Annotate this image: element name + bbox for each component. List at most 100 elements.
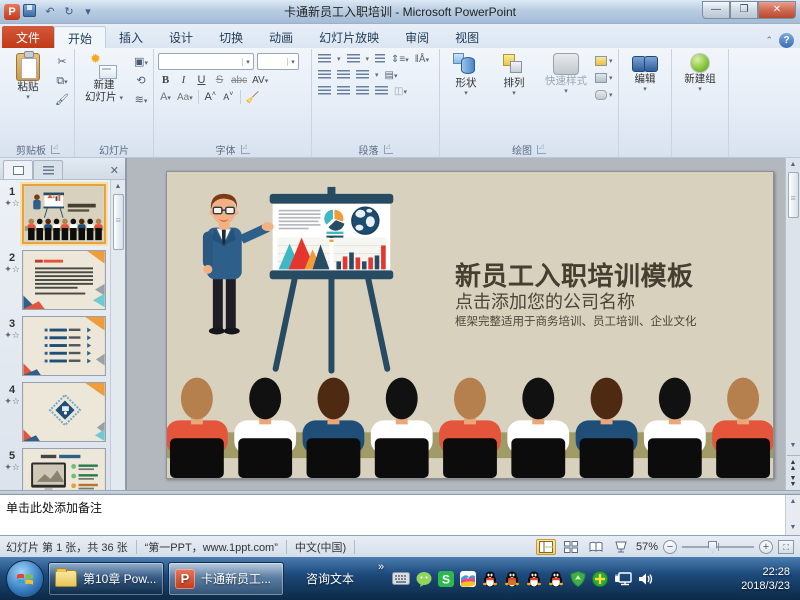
font-size-combo[interactable]: ▾ <box>257 53 299 70</box>
qq-icon[interactable] <box>482 571 498 587</box>
current-slide[interactable]: 新员工入职培训模板 点击添加您的公司名称 框架完整适用于商务培训、员工培训、企业… <box>166 171 774 479</box>
bold-button[interactable]: B <box>159 74 172 86</box>
minimize-button[interactable]: — <box>702 1 730 19</box>
character-spacing-button[interactable]: AV▾ <box>252 75 268 86</box>
redo-button[interactable]: ↻ <box>61 4 77 20</box>
slide-layout-button[interactable]: ▣▾ <box>132 54 150 70</box>
scroll-down-icon[interactable]: ▼ <box>787 521 800 535</box>
panel-close-icon[interactable]: ✕ <box>107 164 122 179</box>
numbering-icon[interactable] <box>347 54 360 64</box>
outline-tab[interactable] <box>33 160 63 179</box>
notes-scrollbar[interactable]: ▲ ▼ <box>785 495 800 535</box>
section-button[interactable]: ≋▾ <box>132 92 150 108</box>
align-center-icon[interactable] <box>337 86 350 96</box>
qq-icon[interactable] <box>548 571 564 587</box>
normal-view-button[interactable] <box>536 539 556 555</box>
paragraph-dialog-launcher[interactable] <box>384 145 393 154</box>
taskbar-button-explorer[interactable]: 第10章 Pow... <box>48 562 164 596</box>
close-button[interactable]: ✕ <box>758 1 796 19</box>
slide-subtitle[interactable]: 点击添加您的公司名称 <box>455 288 635 314</box>
tab-insert[interactable]: 插入 <box>106 26 156 48</box>
previous-slide-button[interactable]: ▲▲ <box>790 458 797 474</box>
decrease-indent-icon[interactable] <box>375 54 385 64</box>
text-shadow-button[interactable]: S <box>213 74 226 86</box>
shape-effects-button[interactable]: ▾ <box>595 88 615 102</box>
scroll-up-icon[interactable]: ▲ <box>112 180 125 194</box>
shrink-font-button[interactable]: A˅ <box>222 91 235 103</box>
editor-scrollbar[interactable]: ▲ ▼ ▲▲ ▼▼ <box>785 158 800 490</box>
bullets-icon[interactable] <box>318 54 331 64</box>
sogou-icon[interactable]: S <box>438 571 454 587</box>
zoom-percentage[interactable]: 57% <box>636 541 658 553</box>
arrange-button[interactable]: 排列 ▾ <box>491 51 537 97</box>
qq-icon[interactable] <box>504 571 520 587</box>
zoom-in-button[interactable]: + <box>759 540 773 554</box>
reading-view-button[interactable] <box>586 539 606 555</box>
font-name-combo[interactable]: ▾ <box>158 53 254 70</box>
tab-slideshow[interactable]: 幻灯片放映 <box>306 26 392 48</box>
slide-thumbnail-2[interactable]: 2✦☆ <box>2 250 109 310</box>
text-direction-button[interactable]: ‖Å▾ <box>415 54 429 65</box>
tab-file[interactable]: 文件 <box>2 26 54 48</box>
taskbar-button-powerpoint[interactable]: P 卡通新员工... <box>168 562 284 596</box>
scrollbar-thumb[interactable] <box>113 194 124 250</box>
strikethrough-button[interactable]: abc <box>231 75 247 86</box>
qq-icon[interactable] <box>526 571 542 587</box>
editing-button[interactable]: 编辑 ▾ <box>622 51 668 93</box>
tab-view[interactable]: 视图 <box>442 26 492 48</box>
line-spacing-button[interactable]: ⇕≡▾ <box>391 54 409 65</box>
slide-thumbnail-5[interactable]: 5✦☆ <box>2 448 109 490</box>
slide-thumbnail-1[interactable]: 1✦☆ <box>2 184 109 244</box>
smartart-convert-button[interactable]: ◫▾ <box>394 86 407 97</box>
format-painter-button[interactable]: 🖌 <box>53 92 71 108</box>
reset-slide-button[interactable]: ⟲ <box>132 73 150 89</box>
restore-button[interactable]: ❐ <box>730 1 758 19</box>
safety-ball-icon[interactable] <box>592 571 608 587</box>
taskbar-button-consult[interactable]: 咨询文本 <box>288 562 372 596</box>
tab-design[interactable]: 设计 <box>156 26 206 48</box>
italic-button[interactable]: I <box>177 74 190 86</box>
next-slide-button[interactable]: ▼▼ <box>790 474 797 490</box>
grow-font-button[interactable]: A˄ <box>204 91 217 103</box>
slide-thumbnail-3[interactable]: 3✦☆ <box>2 316 109 376</box>
indent-left-icon[interactable] <box>318 70 331 80</box>
cut-button[interactable]: ✂ <box>53 54 71 70</box>
zoom-slider-thumb[interactable] <box>708 541 717 553</box>
tab-home[interactable]: 开始 <box>54 26 106 48</box>
notes-placeholder[interactable]: 单击此处添加备注 <box>0 495 785 535</box>
clear-formatting-button[interactable]: 🧹 <box>246 91 260 104</box>
slide-thumbnail-4[interactable]: 4✦☆ <box>2 382 109 442</box>
slide-sorter-view-button[interactable] <box>561 539 581 555</box>
new-slide-button[interactable]: ✹ 新建 幻灯片 ▾ <box>78 51 130 105</box>
clipboard-dialog-launcher[interactable] <box>51 145 60 154</box>
start-button[interactable] <box>6 560 44 598</box>
align-left-icon[interactable] <box>318 86 331 96</box>
tab-transitions[interactable]: 切换 <box>206 26 256 48</box>
shapes-button[interactable]: 形状 ▾ <box>443 51 489 97</box>
help-button[interactable]: ? <box>779 33 794 48</box>
powerpoint-app-icon[interactable]: P <box>4 4 20 20</box>
zoom-slider[interactable] <box>682 546 754 548</box>
columns-icon[interactable] <box>356 70 369 80</box>
tray-overflow-chevron-icon[interactable]: » <box>376 561 386 573</box>
qat-customize-button[interactable]: ▾ <box>80 4 96 20</box>
paste-button[interactable]: 粘贴 ▾ <box>5 51 51 101</box>
zoom-out-button[interactable]: − <box>663 540 677 554</box>
slide-editor[interactable]: 新员工入职培训模板 点击添加您的公司名称 框架完整适用于商务培训、员工培训、企业… <box>127 158 800 490</box>
quick-styles-button[interactable]: 快速样式 ▾ <box>539 51 593 95</box>
drawing-dialog-launcher[interactable] <box>537 145 546 154</box>
indent-right-icon[interactable] <box>337 70 350 80</box>
undo-button[interactable]: ↶ <box>42 4 58 20</box>
tab-review[interactable]: 审阅 <box>392 26 442 48</box>
slides-thumbnails-tab[interactable] <box>3 160 33 179</box>
justify-icon[interactable] <box>375 86 388 96</box>
scroll-down-icon[interactable]: ▼ <box>787 439 800 453</box>
paste-dropdown-caret[interactable]: ▾ <box>26 93 30 101</box>
collapse-ribbon-button[interactable]: ⌃ <box>765 35 773 46</box>
change-case-button[interactable]: Aa▾ <box>177 92 193 103</box>
taskbar-clock[interactable]: 22:28 2018/3/23 <box>741 565 798 593</box>
font-dialog-launcher[interactable] <box>241 145 250 154</box>
thumbnails-scrollbar[interactable]: ▲ <box>110 180 125 490</box>
underline-button[interactable]: U <box>195 74 208 86</box>
new-group-button[interactable]: 新建组 ▾ <box>675 51 725 93</box>
